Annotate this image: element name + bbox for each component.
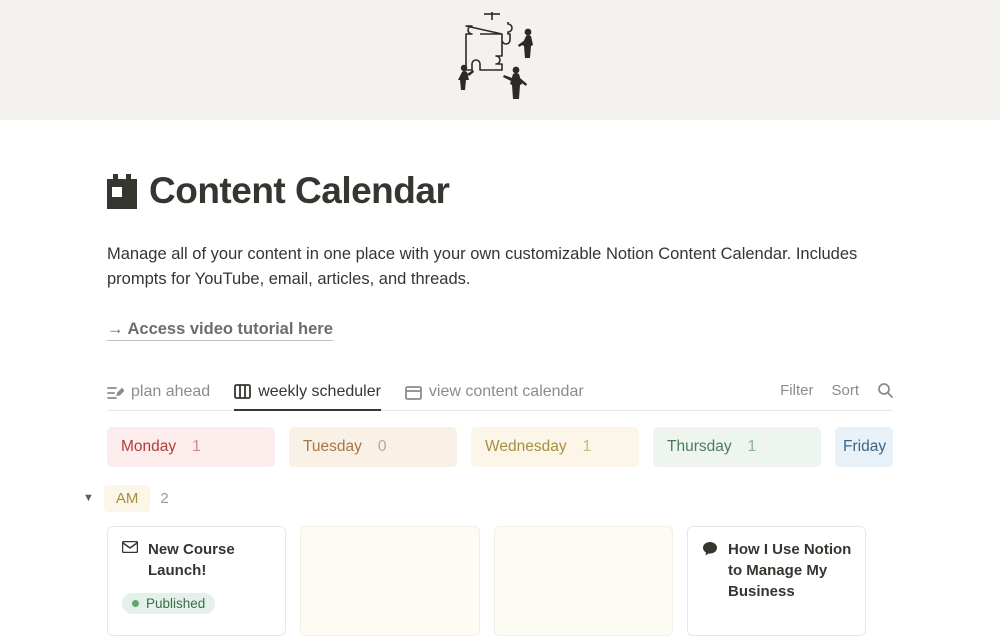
day-count: 0 (378, 438, 387, 456)
tab-label: view content calendar (429, 383, 584, 401)
day-label: Wednesday (485, 438, 567, 456)
list-edit-icon (107, 385, 124, 400)
search-icon[interactable] (877, 382, 893, 398)
board-icon (234, 384, 251, 399)
calendar-icon (107, 179, 137, 209)
cards-row: New Course Launch! Published How I Use N… (107, 526, 893, 636)
card-edge-friday (880, 526, 893, 636)
card-title: How I Use Notion to Manage My Business (728, 539, 851, 603)
page-description: Manage all of your content in one place … (107, 242, 893, 292)
status-badge: Published (122, 593, 215, 614)
day-label: Friday (843, 438, 886, 456)
card-empty-wednesday[interactable] (494, 526, 673, 636)
group-count: 2 (160, 490, 168, 507)
day-label: Thursday (667, 438, 732, 456)
day-columns: Monday 1 Tuesday 0 Wednesday 1 Thursday … (107, 427, 893, 467)
day-count: 1 (583, 438, 592, 456)
card-empty-tuesday[interactable] (300, 526, 479, 636)
group-label[interactable]: AM (104, 485, 151, 512)
day-header-monday[interactable]: Monday 1 (107, 427, 275, 467)
day-header-friday[interactable]: Friday (835, 427, 893, 467)
card-title: New Course Launch! (148, 539, 271, 582)
day-header-tuesday[interactable]: Tuesday 0 (289, 427, 457, 467)
status-label: Published (146, 596, 205, 611)
view-tabs: plan ahead weekly scheduler view content… (107, 375, 893, 411)
filter-button[interactable]: Filter (780, 382, 813, 399)
calendar-grid-icon (405, 385, 422, 400)
day-label: Monday (121, 438, 176, 456)
tab-label: plan ahead (131, 383, 210, 401)
sort-button[interactable]: Sort (831, 382, 859, 399)
group-header-am: ▼ AM 2 (83, 485, 893, 512)
day-count: 1 (748, 438, 757, 456)
tab-label: weekly scheduler (258, 383, 381, 401)
day-header-thursday[interactable]: Thursday 1 (653, 427, 821, 467)
page-title: Content Calendar (149, 170, 449, 212)
day-label: Tuesday (303, 438, 362, 456)
tab-plan-ahead[interactable]: plan ahead (107, 375, 210, 409)
card-new-course-launch[interactable]: New Course Launch! Published (107, 526, 286, 636)
envelope-icon (122, 541, 138, 553)
puzzle-illustration-icon (456, 10, 544, 110)
card-how-i-use-notion[interactable]: How I Use Notion to Manage My Business (687, 526, 866, 636)
tutorial-link[interactable]: → Access video tutorial here (107, 320, 333, 341)
status-dot-icon (132, 600, 139, 607)
toggle-icon[interactable]: ▼ (83, 492, 94, 504)
day-count: 1 (192, 438, 201, 456)
day-header-wednesday[interactable]: Wednesday 1 (471, 427, 639, 467)
tab-view-calendar[interactable]: view content calendar (405, 375, 584, 409)
speech-bubble-icon (702, 541, 718, 557)
page-cover (0, 0, 1000, 120)
tab-weekly-scheduler[interactable]: weekly scheduler (234, 375, 381, 411)
